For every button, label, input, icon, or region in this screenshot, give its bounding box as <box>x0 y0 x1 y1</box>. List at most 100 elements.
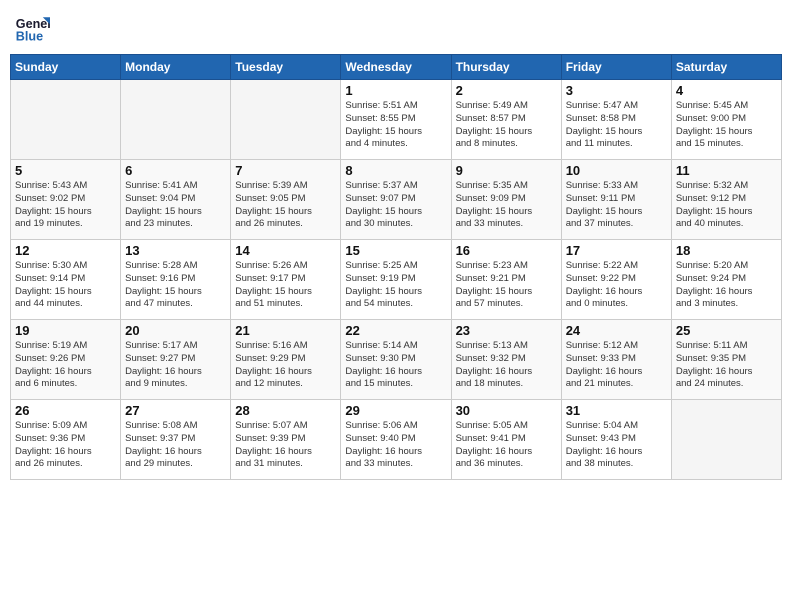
calendar-cell: 4 Sunrise: 5:45 AM Sunset: 9:00 PM Daylig… <box>671 80 781 160</box>
logo-icon: General Blue <box>14 10 50 46</box>
calendar-cell: 17 Sunrise: 5:22 AM Sunset: 9:22 PM Dayli… <box>561 240 671 320</box>
day-number: 15 <box>345 243 446 258</box>
calendar-header-row: SundayMondayTuesdayWednesdayThursdayFrid… <box>11 55 782 80</box>
day-info: Sunrise: 5:41 AM Sunset: 9:04 PM Dayligh… <box>125 180 226 231</box>
day-number: 23 <box>456 323 557 338</box>
day-info: Sunrise: 5:16 AM Sunset: 9:29 PM Dayligh… <box>235 340 336 391</box>
day-number: 6 <box>125 163 226 178</box>
calendar-cell: 7 Sunrise: 5:39 AM Sunset: 9:05 PM Daylig… <box>231 160 341 240</box>
day-number: 13 <box>125 243 226 258</box>
day-info: Sunrise: 5:45 AM Sunset: 9:00 PM Dayligh… <box>676 100 777 151</box>
calendar-cell: 20Sunrise: 5:17 AM Sunset: 9:27 PM Dayli… <box>121 320 231 400</box>
day-number: 3 <box>566 83 667 98</box>
day-number: 1 <box>345 83 446 98</box>
calendar-cell: 29 Sunrise: 5:06 AM Sunset: 9:40 PM Dayli… <box>341 400 451 480</box>
calendar-cell <box>121 80 231 160</box>
day-header-saturday: Saturday <box>671 55 781 80</box>
day-info: Sunrise: 5:19 AM Sunset: 9:26 PM Dayligh… <box>15 340 116 391</box>
week-row-5: 26 Sunrise: 5:09 AM Sunset: 9:36 PM Dayli… <box>11 400 782 480</box>
day-info: Sunrise: 5:13 AM Sunset: 9:32 PM Dayligh… <box>456 340 557 391</box>
day-number: 21 <box>235 323 336 338</box>
day-number: 14 <box>235 243 336 258</box>
calendar-cell: 19 Sunrise: 5:19 AM Sunset: 9:26 PM Dayli… <box>11 320 121 400</box>
day-header-tuesday: Tuesday <box>231 55 341 80</box>
logo: General Blue <box>14 10 54 46</box>
day-info: Sunrise: 5:09 AM Sunset: 9:36 PM Dayligh… <box>15 420 116 471</box>
day-info: Sunrise: 5:12 AM Sunset: 9:33 PM Dayligh… <box>566 340 667 391</box>
day-info: Sunrise: 5:07 AM Sunset: 9:39 PM Dayligh… <box>235 420 336 471</box>
day-number: 27 <box>125 403 226 418</box>
calendar-cell: 3 Sunrise: 5:47 AM Sunset: 8:58 PM Daylig… <box>561 80 671 160</box>
day-number: 29 <box>345 403 446 418</box>
day-info: Sunrise: 5:23 AM Sunset: 9:21 PM Dayligh… <box>456 260 557 311</box>
day-info: Sunrise: 5:33 AM Sunset: 9:11 PM Dayligh… <box>566 180 667 231</box>
week-row-1: 1 Sunrise: 5:51 AM Sunset: 8:55 PM Daylig… <box>11 80 782 160</box>
day-number: 26 <box>15 403 116 418</box>
day-number: 2 <box>456 83 557 98</box>
day-info: Sunrise: 5:20 AM Sunset: 9:24 PM Dayligh… <box>676 260 777 311</box>
day-number: 18 <box>676 243 777 258</box>
day-info: Sunrise: 5:25 AM Sunset: 9:19 PM Dayligh… <box>345 260 446 311</box>
day-info: Sunrise: 5:39 AM Sunset: 9:05 PM Dayligh… <box>235 180 336 231</box>
day-number: 16 <box>456 243 557 258</box>
calendar-cell <box>11 80 121 160</box>
day-info: Sunrise: 5:05 AM Sunset: 9:41 PM Dayligh… <box>456 420 557 471</box>
calendar-cell: 25 Sunrise: 5:11 AM Sunset: 9:35 PM Dayli… <box>671 320 781 400</box>
day-info: Sunrise: 5:30 AM Sunset: 9:14 PM Dayligh… <box>15 260 116 311</box>
day-info: Sunrise: 5:47 AM Sunset: 8:58 PM Dayligh… <box>566 100 667 151</box>
day-info: Sunrise: 5:43 AM Sunset: 9:02 PM Dayligh… <box>15 180 116 231</box>
day-info: Sunrise: 5:49 AM Sunset: 8:57 PM Dayligh… <box>456 100 557 151</box>
day-number: 11 <box>676 163 777 178</box>
day-info: Sunrise: 5:28 AM Sunset: 9:16 PM Dayligh… <box>125 260 226 311</box>
calendar-cell: 2 Sunrise: 5:49 AM Sunset: 8:57 PM Daylig… <box>451 80 561 160</box>
day-number: 9 <box>456 163 557 178</box>
day-header-friday: Friday <box>561 55 671 80</box>
day-info: Sunrise: 5:51 AM Sunset: 8:55 PM Dayligh… <box>345 100 446 151</box>
calendar-cell: 13 Sunrise: 5:28 AM Sunset: 9:16 PM Dayli… <box>121 240 231 320</box>
calendar-body: 1 Sunrise: 5:51 AM Sunset: 8:55 PM Daylig… <box>11 80 782 480</box>
day-number: 19 <box>15 323 116 338</box>
calendar-cell: 15 Sunrise: 5:25 AM Sunset: 9:19 PM Dayli… <box>341 240 451 320</box>
day-number: 4 <box>676 83 777 98</box>
calendar-cell: 10 Sunrise: 5:33 AM Sunset: 9:11 PM Dayli… <box>561 160 671 240</box>
calendar-cell: 11 Sunrise: 5:32 AM Sunset: 9:12 PM Dayli… <box>671 160 781 240</box>
calendar-cell: 5 Sunrise: 5:43 AM Sunset: 9:02 PM Daylig… <box>11 160 121 240</box>
day-info: Sunrise: 5:08 AM Sunset: 9:37 PM Dayligh… <box>125 420 226 471</box>
calendar-cell: 14 Sunrise: 5:26 AM Sunset: 9:17 PM Dayli… <box>231 240 341 320</box>
day-number: 10 <box>566 163 667 178</box>
calendar-cell: 18 Sunrise: 5:20 AM Sunset: 9:24 PM Dayli… <box>671 240 781 320</box>
calendar-cell: 16 Sunrise: 5:23 AM Sunset: 9:21 PM Dayli… <box>451 240 561 320</box>
calendar-cell: 8 Sunrise: 5:37 AM Sunset: 9:07 PM Daylig… <box>341 160 451 240</box>
calendar-cell: 22 Sunrise: 5:14 AM Sunset: 9:30 PM Dayli… <box>341 320 451 400</box>
calendar-cell: 21 Sunrise: 5:16 AM Sunset: 9:29 PM Dayli… <box>231 320 341 400</box>
calendar-cell: 28Sunrise: 5:07 AM Sunset: 9:39 PM Dayli… <box>231 400 341 480</box>
week-row-2: 5 Sunrise: 5:43 AM Sunset: 9:02 PM Daylig… <box>11 160 782 240</box>
calendar-cell: 23 Sunrise: 5:13 AM Sunset: 9:32 PM Dayli… <box>451 320 561 400</box>
page-header: General Blue <box>10 10 782 46</box>
svg-text:Blue: Blue <box>16 30 43 44</box>
day-number: 5 <box>15 163 116 178</box>
day-info: Sunrise: 5:04 AM Sunset: 9:43 PM Dayligh… <box>566 420 667 471</box>
day-number: 20 <box>125 323 226 338</box>
calendar-cell: 26 Sunrise: 5:09 AM Sunset: 9:36 PM Dayli… <box>11 400 121 480</box>
day-header-thursday: Thursday <box>451 55 561 80</box>
calendar-cell: 30Sunrise: 5:05 AM Sunset: 9:41 PM Dayli… <box>451 400 561 480</box>
day-info: Sunrise: 5:22 AM Sunset: 9:22 PM Dayligh… <box>566 260 667 311</box>
day-number: 7 <box>235 163 336 178</box>
day-info: Sunrise: 5:11 AM Sunset: 9:35 PM Dayligh… <box>676 340 777 391</box>
day-header-monday: Monday <box>121 55 231 80</box>
day-info: Sunrise: 5:37 AM Sunset: 9:07 PM Dayligh… <box>345 180 446 231</box>
day-info: Sunrise: 5:26 AM Sunset: 9:17 PM Dayligh… <box>235 260 336 311</box>
day-number: 8 <box>345 163 446 178</box>
day-number: 17 <box>566 243 667 258</box>
day-info: Sunrise: 5:06 AM Sunset: 9:40 PM Dayligh… <box>345 420 446 471</box>
day-info: Sunrise: 5:32 AM Sunset: 9:12 PM Dayligh… <box>676 180 777 231</box>
day-header-wednesday: Wednesday <box>341 55 451 80</box>
day-number: 22 <box>345 323 446 338</box>
day-number: 12 <box>15 243 116 258</box>
calendar-cell <box>671 400 781 480</box>
day-number: 25 <box>676 323 777 338</box>
day-info: Sunrise: 5:35 AM Sunset: 9:09 PM Dayligh… <box>456 180 557 231</box>
calendar-cell: 9 Sunrise: 5:35 AM Sunset: 9:09 PM Daylig… <box>451 160 561 240</box>
day-info: Sunrise: 5:14 AM Sunset: 9:30 PM Dayligh… <box>345 340 446 391</box>
